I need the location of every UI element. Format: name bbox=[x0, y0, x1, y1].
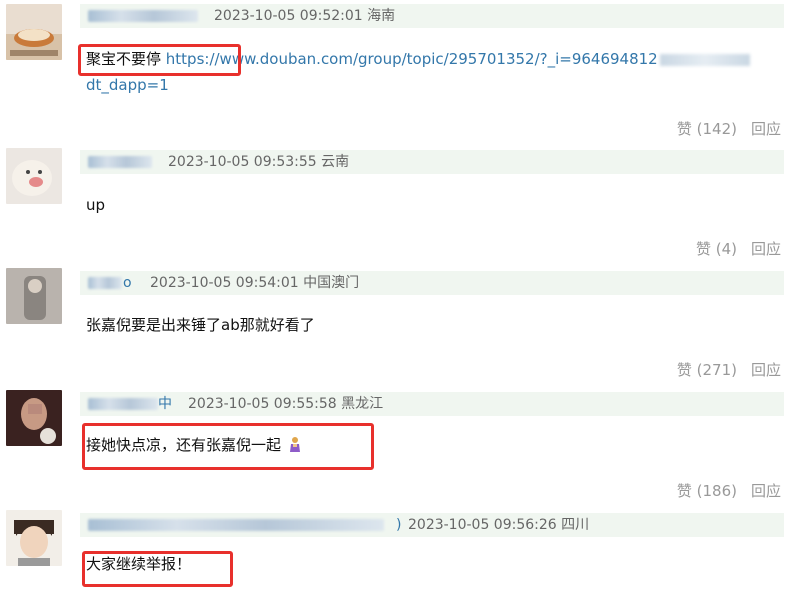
username-blurred[interactable] bbox=[88, 10, 198, 22]
username-blurred[interactable] bbox=[88, 398, 158, 410]
comment-text: 聚宝不要停 https://www.douban.com/group/topic… bbox=[86, 46, 750, 72]
woman-raising-hands-icon bbox=[288, 434, 302, 460]
comment-meta: 2023-10-05 09:53:55 云南 bbox=[80, 150, 784, 174]
comment-actions: 赞 (271) 回应 bbox=[663, 359, 781, 380]
comment-meta: ) 2023-10-05 09:56:26 四川 bbox=[80, 513, 784, 537]
username-tail[interactable]: ) bbox=[396, 513, 401, 537]
avatar[interactable] bbox=[6, 148, 62, 204]
comment-text-line2: dt_dapp=1 bbox=[86, 72, 169, 98]
comment-meta: o 2023-10-05 09:54:01 中国澳门 bbox=[80, 271, 784, 295]
comment-meta: 中 2023-10-05 09:55:58 黑龙江 bbox=[80, 392, 784, 416]
topic-link[interactable]: https://www.douban.com/group/topic/29570… bbox=[166, 50, 658, 68]
like-button[interactable]: 赞 (142) bbox=[677, 120, 737, 138]
topic-link-cont[interactable]: dt_dapp=1 bbox=[86, 76, 169, 94]
comment-meta: 2023-10-05 09:52:01 海南 bbox=[80, 4, 784, 28]
comment-time: 2023-10-05 09:53:55 云南 bbox=[168, 154, 350, 170]
avatar[interactable] bbox=[6, 268, 62, 324]
comment-text: up bbox=[86, 196, 106, 214]
like-button[interactable]: 赞 (4) bbox=[696, 240, 737, 258]
comment-time: 2023-10-05 09:56:26 四川 bbox=[408, 517, 590, 533]
comment-text: 大家继续举报！ bbox=[86, 555, 192, 573]
avatar[interactable] bbox=[6, 390, 62, 446]
like-button[interactable]: 赞 (271) bbox=[677, 361, 737, 379]
username-tail[interactable]: o bbox=[123, 271, 132, 295]
comment-actions: 赞 (186) 回应 bbox=[663, 480, 781, 501]
avatar[interactable] bbox=[6, 510, 62, 566]
comment-time: 2023-10-05 09:55:58 黑龙江 bbox=[188, 396, 384, 412]
comment-time: 2023-10-05 09:52:01 海南 bbox=[214, 8, 396, 24]
comment-text-prefix: 聚宝不要停 bbox=[86, 50, 166, 68]
reply-button[interactable]: 回应 bbox=[751, 240, 781, 258]
like-button[interactable]: 赞 (186) bbox=[677, 482, 737, 500]
username-tail[interactable]: 中 bbox=[158, 392, 172, 416]
comment-actions: 赞 (142) 回应 bbox=[663, 118, 781, 139]
reply-button[interactable]: 回应 bbox=[751, 361, 781, 379]
reply-button[interactable]: 回应 bbox=[751, 482, 781, 500]
comment-text: 接她快点凉，还有张嘉倪一起 bbox=[86, 432, 302, 460]
username-blurred[interactable] bbox=[88, 156, 152, 168]
comment-actions: 赞 (4) 回应 bbox=[682, 238, 781, 259]
comment-time: 2023-10-05 09:54:01 中国澳门 bbox=[150, 275, 360, 291]
username-blurred[interactable] bbox=[88, 519, 384, 531]
link-blurred bbox=[659, 53, 750, 66]
reply-button[interactable]: 回应 bbox=[751, 120, 781, 138]
comment-text: 张嘉倪要是出来锤了ab那就好看了 bbox=[86, 316, 315, 334]
avatar[interactable] bbox=[6, 4, 62, 60]
username-blurred[interactable] bbox=[88, 277, 122, 289]
